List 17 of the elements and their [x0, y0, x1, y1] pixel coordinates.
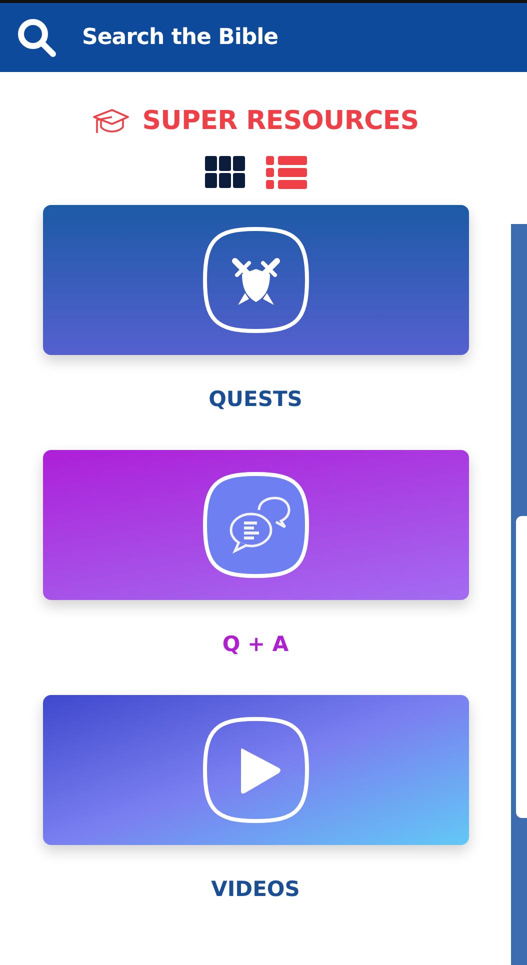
resource-card[interactable] — [42, 695, 468, 845]
search-icon — [16, 16, 58, 58]
section-title: SUPER RESOURCES — [142, 106, 419, 136]
scrollbar-thumb[interactable] — [516, 516, 527, 818]
resource-card[interactable] — [42, 450, 468, 600]
resource-label[interactable]: VIDEOS — [211, 845, 300, 940]
graduation-cap-icon — [92, 108, 130, 134]
resource-card[interactable] — [42, 205, 468, 355]
resource-label[interactable]: Q + A — [222, 600, 289, 695]
play-icon — [200, 715, 310, 825]
search-label: Search the Bible — [82, 25, 278, 50]
list-view-button[interactable] — [266, 156, 306, 189]
search-bar[interactable]: Search the Bible — [0, 3, 527, 72]
grid-view-button[interactable] — [204, 156, 246, 189]
swords-shield-icon — [200, 225, 310, 335]
chat-bubbles-icon — [200, 470, 310, 580]
resource-label[interactable]: QUESTS — [208, 355, 302, 450]
